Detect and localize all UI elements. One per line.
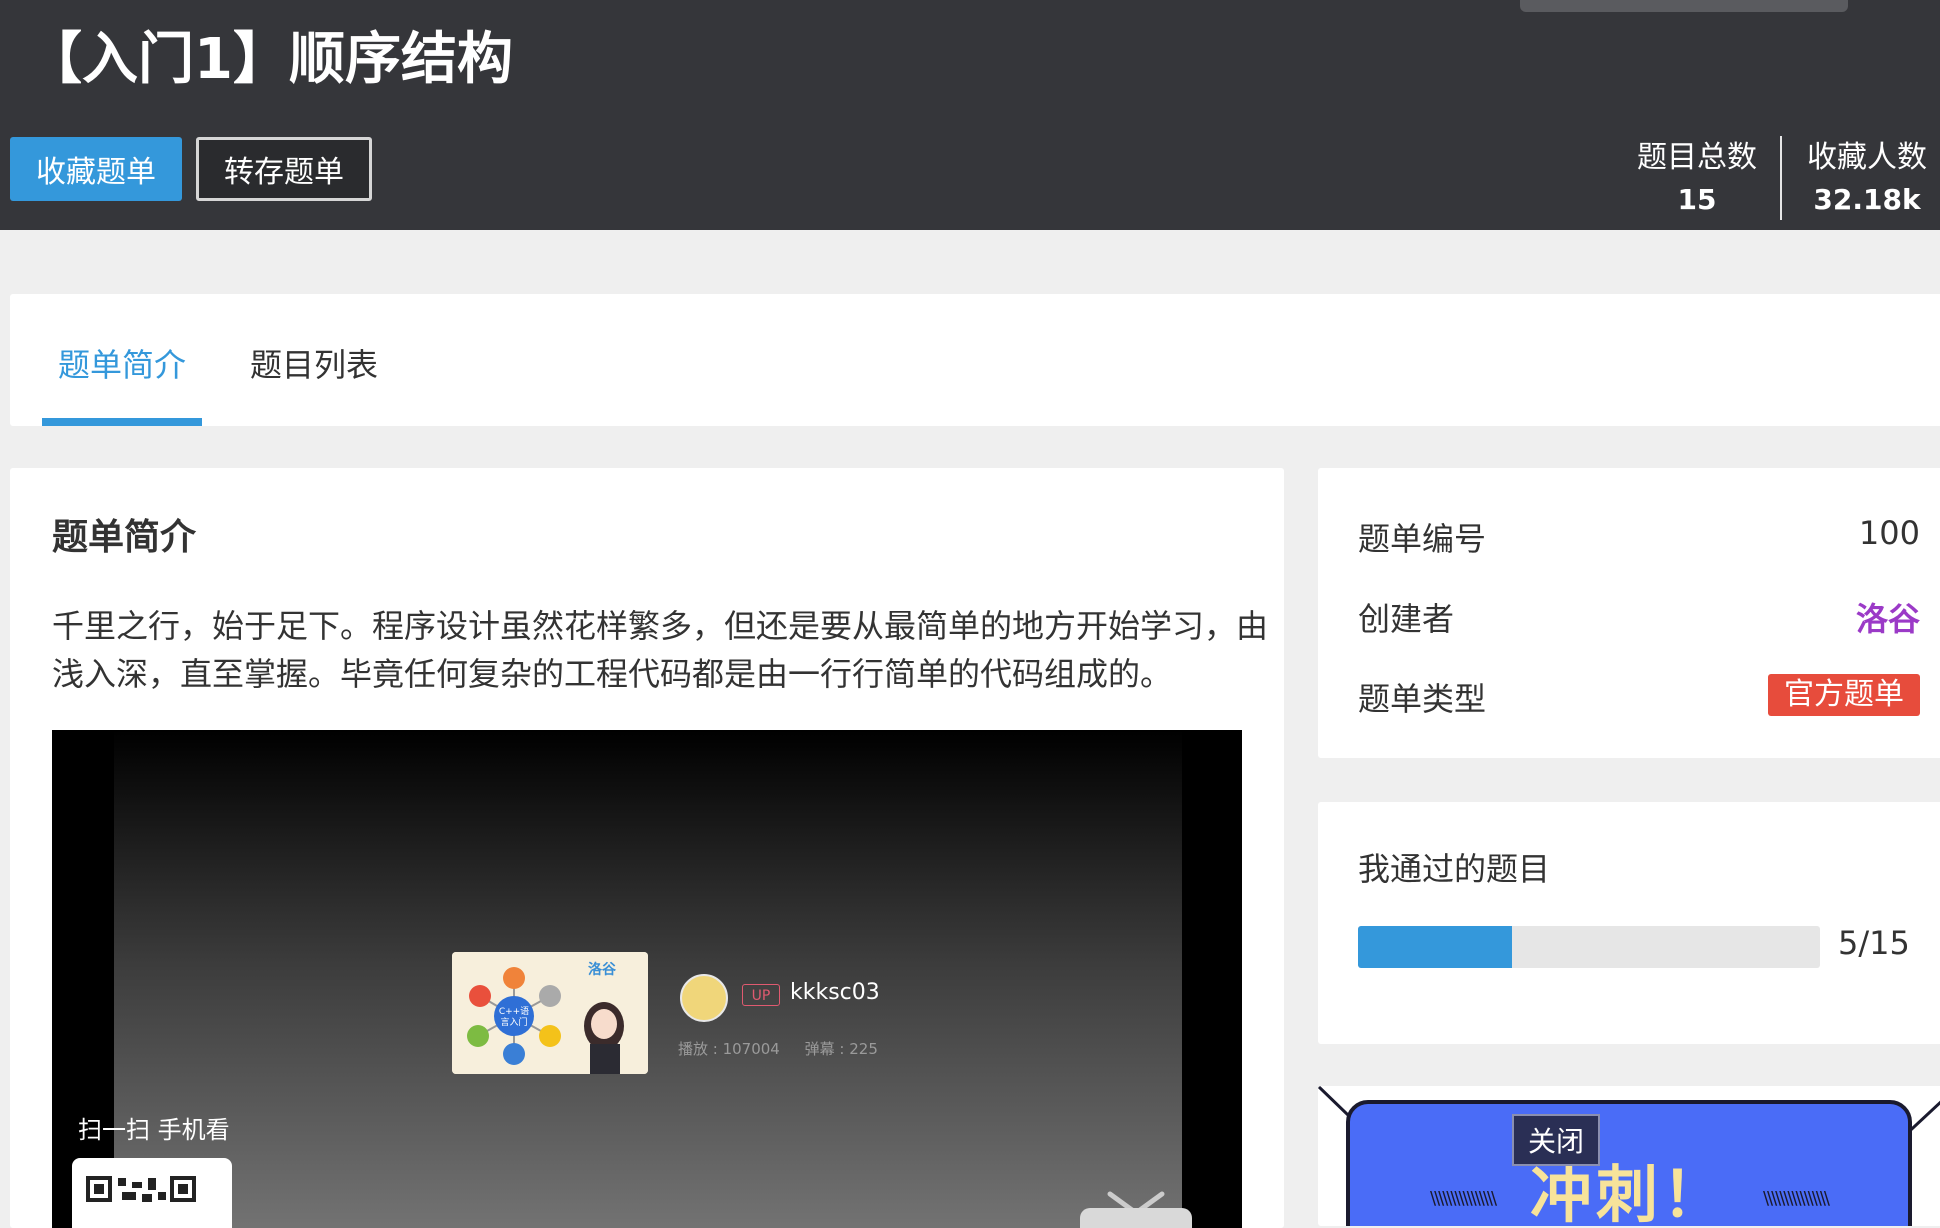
qr-code [72,1158,232,1228]
intro-card: 题单简介 千里之行，始于足下。程序设计虽然花样繁多，但还是要从最简单的地方开始学… [10,468,1284,1228]
type-badge-wrap: 官方题单 [1768,674,1920,716]
info-key: 题单编号 [1358,520,1487,558]
close-promo-button[interactable]: 关闭 [1512,1114,1600,1166]
thumbnail-brand: 洛谷 [588,961,617,978]
intro-description: 千里之行，始于足下。程序设计虽然花样繁多，但还是要从最简单的地方开始学习，由浅入… [52,607,1269,693]
tab-intro[interactable]: 题单简介 [58,340,186,386]
active-tab-indicator [42,418,202,426]
progress-bar [1358,926,1820,968]
svg-text:言入门: 言入门 [500,1016,527,1028]
tv-icon[interactable] [1070,1190,1200,1228]
stat-label: 收藏人数 [1807,140,1927,175]
danmaku-count: 弹幕 : 225 [804,1040,878,1058]
scan-hint: 扫一扫 手机看 [78,1116,230,1144]
promo-text: 冲刺！ [1529,1158,1728,1226]
info-key: 创建者 [1358,600,1455,638]
promo-banner[interactable]: \\\\\\\\\\\\\\\\ 冲刺！ \\\\\\\\\\\\\\\\ [1318,1086,1940,1226]
info-row-type: 题单类型 官方题单 [1358,674,1920,724]
stat-value: 32.18k [1813,183,1921,216]
page-title: 【入门1】顺序结构 [26,27,513,92]
video-thumbnail[interactable]: C++语 言入门 洛谷 [452,952,648,1074]
uploader-name[interactable]: kkksc03 [790,980,880,1005]
progress-title: 我通过的题目 [1358,850,1551,888]
svg-text:C++语: C++语 [499,1006,529,1017]
creator-link[interactable]: 洛谷 [1856,594,1920,640]
favorite-button[interactable]: 收藏题单 [10,137,182,201]
stat-total-problems: 题目总数 15 [1636,138,1758,222]
info-row-id: 题单编号 100 [1358,514,1920,564]
save-copy-button[interactable]: 转存题单 [196,137,372,201]
uploader-avatar[interactable] [680,974,728,1022]
thumbnail-illustration: C++语 言入门 洛谷 [452,952,648,1074]
type-badge: 官方题单 [1768,674,1920,716]
progress-card: 我通过的题目 5/15 [1318,802,1940,1044]
promo-panel[interactable]: \\\\\\\\\\\\\\\\ 冲刺！ \\\\\\\\\\\\\\\\ [1346,1100,1912,1226]
play-count: 播放 : 107004 [678,1040,780,1058]
progress-label: 5/15 [1838,924,1910,962]
stat-value: 15 [1677,183,1717,216]
problemset-info-card: 题单编号 100 创建者 洛谷 题单类型 官方题单 [1318,468,1940,758]
video-player[interactable]: C++语 言入门 洛谷 UP kkksc03 播放 : 107004 弹幕 : … [52,730,1242,1228]
info-row-creator: 创建者 洛谷 [1358,594,1920,644]
tab-bar: 题单简介 题目列表 [10,294,1940,426]
up-badge: UP [742,984,780,1006]
qr-code-icon [86,1176,196,1202]
stat-divider [1780,136,1782,220]
video-area[interactable] [114,730,1182,1228]
tab-problem-list[interactable]: 题目列表 [250,340,378,386]
info-key: 题单类型 [1358,680,1487,718]
page-header: 【入门1】顺序结构 收藏题单 转存题单 题目总数 15 收藏人数 32.18k [0,0,1940,230]
section-title: 题单简介 [52,517,197,558]
progress-fill [1358,926,1512,968]
stat-favorites: 收藏人数 32.18k [1806,138,1928,222]
promo-decoration: \\\\\\\\\\\\\\\\ [1762,1188,1830,1209]
info-value: 100 [1858,514,1920,552]
stat-label: 题目总数 [1637,140,1757,175]
scroll-indicator[interactable] [1520,0,1848,12]
video-stats: 播放 : 107004 弹幕 : 225 [678,1038,898,1059]
